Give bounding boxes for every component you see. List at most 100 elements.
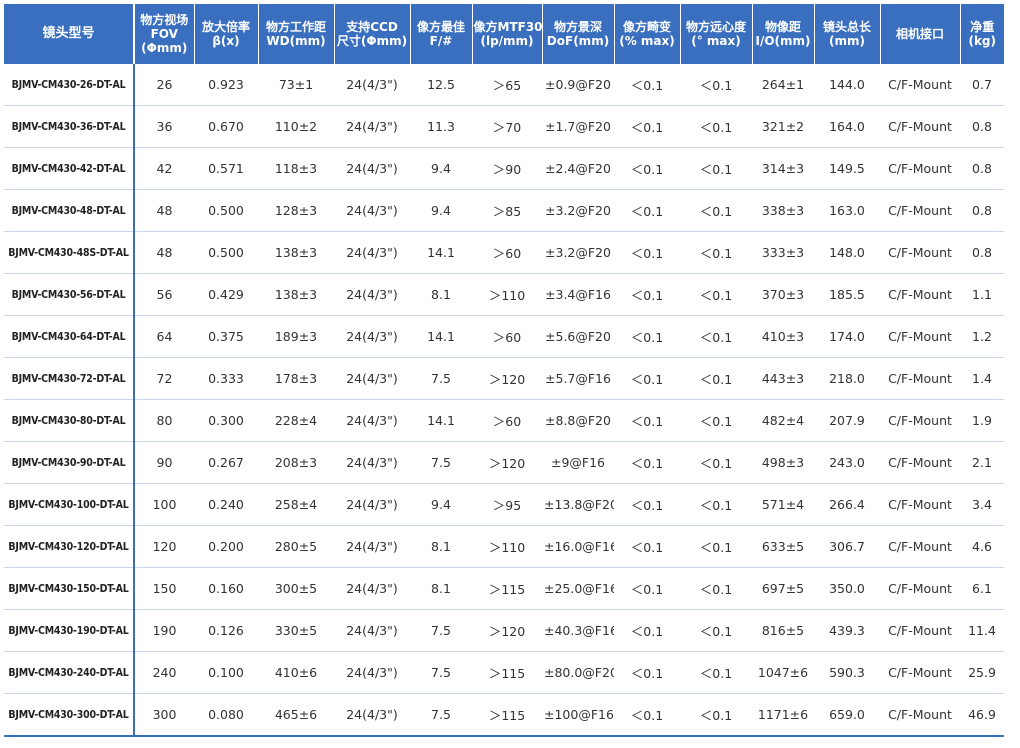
cell-net-weight: 1.2	[960, 315, 1004, 358]
cell-lens-length: 590.3	[814, 651, 880, 694]
column-header-lens-length: 镜头总长 (mm)	[814, 4, 881, 64]
cell-distortion: ＜0.1	[614, 525, 680, 568]
cell-lens-length: 149.5	[814, 147, 880, 190]
cell-lens-length: 218.0	[814, 357, 880, 400]
cell-telecentricity: ＜0.1	[680, 147, 752, 190]
cell-net-weight: 2.1	[960, 441, 1004, 484]
cell-net-weight: 6.1	[960, 567, 1004, 610]
cell-working-distance: 110±2	[258, 105, 334, 148]
cell-working-distance: 128±3	[258, 189, 334, 232]
table-row: BJMV-CM430-42-DT-AL 42 0.571 118±3 24(4/3") 9…	[4, 147, 1004, 190]
cell-fov: 42	[134, 147, 194, 190]
cell-ccd-size: 24(4/3")	[334, 399, 410, 442]
cell-object-image-distance: 443±3	[752, 357, 814, 400]
cell-working-distance: 330±5	[258, 609, 334, 652]
cell-ccd-size: 24(4/3")	[334, 147, 410, 190]
cell-net-weight: 0.7	[960, 64, 1004, 106]
cell-fov: 300	[134, 693, 194, 737]
column-header-magnification: 放大倍率 β(x)	[194, 4, 259, 64]
table-row: BJMV-CM430-48-DT-AL 48 0.500 128±3 24(4/3") 9…	[4, 189, 1004, 232]
column-header-line: (Φmm)	[141, 41, 188, 55]
cell-camera-mount: C/F-Mount	[880, 273, 960, 316]
cell-working-distance: 465±6	[258, 693, 334, 737]
cell-working-distance: 228±4	[258, 399, 334, 442]
cell-model: BJMV-CM430-48-DT-AL	[4, 189, 135, 232]
cell-camera-mount: C/F-Mount	[880, 609, 960, 652]
column-header-f-number: 像方最佳 F/#	[410, 4, 473, 64]
cell-distortion: ＜0.1	[614, 441, 680, 484]
cell-magnification: 0.500	[194, 189, 258, 232]
cell-distortion: ＜0.1	[614, 651, 680, 694]
cell-fov: 190	[134, 609, 194, 652]
cell-distortion: ＜0.1	[614, 609, 680, 652]
cell-magnification: 0.240	[194, 483, 258, 526]
cell-fov: 90	[134, 441, 194, 484]
cell-magnification: 0.375	[194, 315, 258, 358]
spec-table-container: 镜头型号 物方视场 FOV (Φmm) 放大倍率 β(x) 物方工作距 WD(mm) 支持CCD…	[4, 4, 1004, 742]
cell-lens-length: 164.0	[814, 105, 880, 148]
cell-depth-of-field: ±9@F16	[542, 441, 614, 484]
cell-working-distance: 280±5	[258, 525, 334, 568]
cell-object-image-distance: 571±4	[752, 483, 814, 526]
cell-fov: 100	[134, 483, 194, 526]
column-header-line: FOV	[150, 27, 178, 41]
cell-ccd-size: 24(4/3")	[334, 189, 410, 232]
cell-ccd-size: 24(4/3")	[334, 651, 410, 694]
cell-ccd-size: 24(4/3")	[334, 357, 410, 400]
cell-working-distance: 138±3	[258, 231, 334, 274]
cell-depth-of-field: ±3.4@F16	[542, 273, 614, 316]
cell-mtf30: ＞120	[472, 441, 542, 484]
cell-camera-mount: C/F-Mount	[880, 693, 960, 737]
cell-net-weight: 1.9	[960, 399, 1004, 442]
cell-net-weight: 25.9	[960, 651, 1004, 694]
cell-f-number: 8.1	[410, 273, 472, 316]
cell-depth-of-field: ±5.7@F16	[542, 357, 614, 400]
cell-distortion: ＜0.1	[614, 147, 680, 190]
cell-object-image-distance: 264±1	[752, 64, 814, 106]
cell-model: BJMV-CM430-56-DT-AL	[4, 273, 135, 316]
cell-distortion: ＜0.1	[614, 399, 680, 442]
cell-mtf30: ＞95	[472, 483, 542, 526]
cell-object-image-distance: 370±3	[752, 273, 814, 316]
cell-camera-mount: C/F-Mount	[880, 525, 960, 568]
cell-lens-length: 350.0	[814, 567, 880, 610]
table-row: BJMV-CM430-190-DT-AL 190 0.126 330±5 24(4/3"…	[4, 609, 1004, 652]
cell-f-number: 11.3	[410, 105, 472, 148]
cell-telecentricity: ＜0.1	[680, 189, 752, 232]
cell-distortion: ＜0.1	[614, 105, 680, 148]
cell-lens-length: 144.0	[814, 64, 880, 106]
table-row: BJMV-CM430-72-DT-AL 72 0.333 178±3 24(4/3") 7…	[4, 357, 1004, 400]
cell-depth-of-field: ±13.8@F20	[542, 483, 614, 526]
cell-depth-of-field: ±2.4@F20	[542, 147, 614, 190]
cell-working-distance: 189±3	[258, 315, 334, 358]
cell-fov: 48	[134, 189, 194, 232]
table-row: BJMV-CM430-150-DT-AL 150 0.160 300±5 24(4/3"…	[4, 567, 1004, 610]
cell-ccd-size: 24(4/3")	[334, 483, 410, 526]
cell-magnification: 0.080	[194, 693, 258, 737]
column-header-line: F/#	[429, 34, 453, 48]
column-header-line: (% max)	[619, 34, 675, 48]
cell-working-distance: 300±5	[258, 567, 334, 610]
cell-working-distance: 208±3	[258, 441, 334, 484]
column-header-line: (mm)	[829, 34, 865, 48]
cell-net-weight: 0.8	[960, 105, 1004, 148]
cell-distortion: ＜0.1	[614, 231, 680, 274]
column-header-line: (° max)	[691, 34, 741, 48]
cell-magnification: 0.160	[194, 567, 258, 610]
cell-distortion: ＜0.1	[614, 315, 680, 358]
cell-camera-mount: C/F-Mount	[880, 651, 960, 694]
cell-telecentricity: ＜0.1	[680, 567, 752, 610]
cell-mtf30: ＞120	[472, 609, 542, 652]
cell-working-distance: 178±3	[258, 357, 334, 400]
cell-f-number: 7.5	[410, 693, 472, 737]
cell-ccd-size: 24(4/3")	[334, 567, 410, 610]
cell-ccd-size: 24(4/3")	[334, 315, 410, 358]
cell-object-image-distance: 1047±6	[752, 651, 814, 694]
cell-ccd-size: 24(4/3")	[334, 441, 410, 484]
cell-model: BJMV-CM430-36-DT-AL	[4, 105, 135, 148]
cell-mtf30: ＞115	[472, 567, 542, 610]
cell-magnification: 0.333	[194, 357, 258, 400]
cell-fov: 120	[134, 525, 194, 568]
cell-f-number: 9.4	[410, 189, 472, 232]
cell-f-number: 7.5	[410, 609, 472, 652]
